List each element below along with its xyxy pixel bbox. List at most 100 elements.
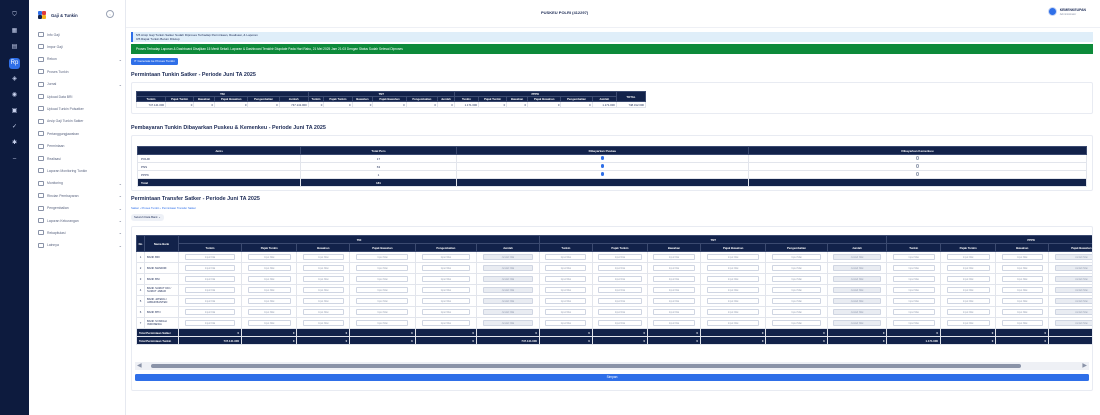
sidebar-item[interactable]: Realisasi (38, 154, 122, 163)
sidebar-item[interactable]: Jurnal ⌄ (38, 80, 122, 89)
generate-button[interactable]: ⟳ Generate ke Proses Tunkin (131, 58, 178, 65)
nilai-input[interactable]: Input Nilai (946, 254, 990, 260)
nilai-input[interactable]: Input Nilai (356, 265, 409, 271)
sidebar-item[interactable]: Permintaan (38, 142, 122, 151)
nilai-input[interactable]: Input Nilai (946, 298, 990, 304)
nilai-input[interactable]: Input Nilai (772, 265, 821, 271)
nilai-input[interactable]: Input Nilai (707, 298, 760, 304)
pay-icon[interactable]: Rp (9, 58, 20, 69)
nilai-input[interactable]: Input Nilai (772, 298, 821, 304)
nilai-input[interactable]: Input Nilai (185, 276, 235, 282)
nilai-input[interactable]: Input Nilai (707, 309, 760, 315)
minus-icon[interactable]: – (9, 154, 20, 165)
sidebar-item[interactable]: Laporan Kekurangan ⌄ (38, 216, 122, 225)
nilai-input[interactable]: Input Nilai (185, 298, 235, 304)
nilai-input[interactable]: Input Nilai (421, 309, 470, 315)
sidebar-item[interactable]: Arsip Gaji Tunkin Satker (38, 117, 122, 126)
user-menu[interactable]: KEMENKEUPAN Administrator (1047, 7, 1086, 16)
nilai-input[interactable]: Input Nilai (302, 276, 344, 282)
nilai-input[interactable]: Input Nilai (707, 265, 760, 271)
nilai-input[interactable]: Input Nilai (892, 287, 935, 293)
nilai-input[interactable]: Input Nilai (356, 298, 409, 304)
nilai-input[interactable]: Input Nilai (653, 265, 695, 271)
nilai-input[interactable]: Input Nilai (247, 276, 291, 282)
nilai-input[interactable]: Input Nilai (1001, 265, 1043, 271)
nilai-input[interactable]: Input Nilai (247, 254, 291, 260)
settings-icon[interactable]: ✱ (9, 138, 20, 149)
sidebar-item[interactable]: Pengembalian ⌄ (38, 204, 122, 213)
nilai-input[interactable]: Input Nilai (545, 254, 587, 260)
nilai-input[interactable]: Input Nilai (421, 287, 470, 293)
nilai-input[interactable]: Input Nilai (421, 254, 470, 260)
nilai-input[interactable]: Input Nilai (772, 276, 821, 282)
sidebar-item[interactable]: Proses Tunkin (38, 67, 122, 76)
nilai-input[interactable]: Input Nilai (302, 320, 344, 326)
nilai-input[interactable]: Input Nilai (653, 287, 695, 293)
nilai-input[interactable]: Input Nilai (598, 309, 642, 315)
sidebar-item[interactable]: Monitoring ⌄ (38, 179, 122, 188)
nilai-input[interactable]: Input Nilai (772, 287, 821, 293)
nilai-input[interactable]: Input Nilai (356, 254, 409, 260)
nilai-input[interactable]: Input Nilai (1001, 298, 1043, 304)
nilai-input[interactable]: Input Nilai (421, 298, 470, 304)
nilai-input[interactable]: Input Nilai (247, 298, 291, 304)
nilai-input[interactable]: Input Nilai (598, 320, 642, 326)
nilai-input[interactable]: Input Nilai (302, 298, 344, 304)
nilai-input[interactable]: Input Nilai (1001, 287, 1043, 293)
nilai-input[interactable]: Input Nilai (545, 276, 587, 282)
document-icon[interactable]: ▤ (9, 42, 20, 53)
nilai-input[interactable]: Input Nilai (1001, 254, 1043, 260)
nilai-input[interactable]: Input Nilai (421, 276, 470, 282)
nilai-input[interactable]: Input Nilai (545, 309, 587, 315)
sidebar-item[interactable]: Info Gaji (38, 30, 122, 39)
nilai-input[interactable]: Input Nilai (946, 320, 990, 326)
nilai-input[interactable]: Input Nilai (892, 265, 935, 271)
sidebar-item[interactable]: Lainnya ⌄ (38, 241, 122, 250)
nilai-input[interactable]: Input Nilai (598, 298, 642, 304)
nilai-input[interactable]: Input Nilai (707, 254, 760, 260)
scroll-thumb[interactable] (151, 364, 1021, 368)
nilai-input[interactable]: Input Nilai (356, 320, 409, 326)
wallet-icon[interactable]: ◈ (9, 74, 20, 85)
nilai-input[interactable]: Input Nilai (185, 287, 235, 293)
nilai-input[interactable]: Input Nilai (707, 276, 760, 282)
nilai-input[interactable]: Input Nilai (598, 287, 642, 293)
nilai-input[interactable]: Input Nilai (185, 265, 235, 271)
nilai-input[interactable]: Input Nilai (946, 276, 990, 282)
nilai-input[interactable]: Input Nilai (1001, 320, 1043, 326)
nilai-input[interactable]: Input Nilai (1001, 309, 1043, 315)
nilai-input[interactable]: Input Nilai (247, 265, 291, 271)
nilai-input[interactable]: Input Nilai (653, 254, 695, 260)
nilai-input[interactable]: Input Nilai (356, 276, 409, 282)
nilai-input[interactable]: Input Nilai (185, 320, 235, 326)
nilai-input[interactable]: Input Nilai (302, 265, 344, 271)
radio-puskeu[interactable] (600, 156, 605, 160)
grid-icon[interactable]: ▦ (9, 26, 20, 37)
horizontal-scrollbar[interactable]: ◀ ▶ (135, 362, 1089, 370)
nilai-input[interactable]: Input Nilai (653, 320, 695, 326)
sidebar-item[interactable]: Pertanggungjawaban (38, 129, 122, 138)
nilai-input[interactable]: Input Nilai (653, 298, 695, 304)
nilai-input[interactable]: Input Nilai (772, 254, 821, 260)
nilai-input[interactable]: Input Nilai (892, 309, 935, 315)
nilai-input[interactable]: Input Nilai (598, 265, 642, 271)
nilai-input[interactable]: Input Nilai (545, 265, 587, 271)
nilai-input[interactable]: Input Nilai (892, 254, 935, 260)
nilai-input[interactable]: Input Nilai (302, 309, 344, 315)
check-icon[interactable]: ✓ (9, 122, 20, 133)
sidebar-item[interactable]: Rincian Pembayaran ⌄ (38, 191, 122, 200)
nilai-input[interactable]: Input Nilai (772, 320, 821, 326)
sidebar-item[interactable]: Rekon ⌄ (38, 55, 122, 64)
building-icon[interactable]: ▣ (9, 106, 20, 117)
nilai-input[interactable]: Input Nilai (1001, 276, 1043, 282)
nilai-input[interactable]: Input Nilai (545, 320, 587, 326)
nilai-input[interactable]: Input Nilai (247, 309, 291, 315)
nilai-input[interactable]: Input Nilai (772, 309, 821, 315)
nilai-input[interactable]: Input Nilai (545, 287, 587, 293)
nilai-input[interactable]: Input Nilai (892, 320, 935, 326)
nilai-input[interactable]: Input Nilai (653, 276, 695, 282)
nilai-input[interactable]: Input Nilai (545, 298, 587, 304)
nilai-input[interactable]: Input Nilai (653, 309, 695, 315)
radio-kemenkeu[interactable] (915, 164, 920, 168)
nilai-input[interactable]: Input Nilai (707, 320, 760, 326)
